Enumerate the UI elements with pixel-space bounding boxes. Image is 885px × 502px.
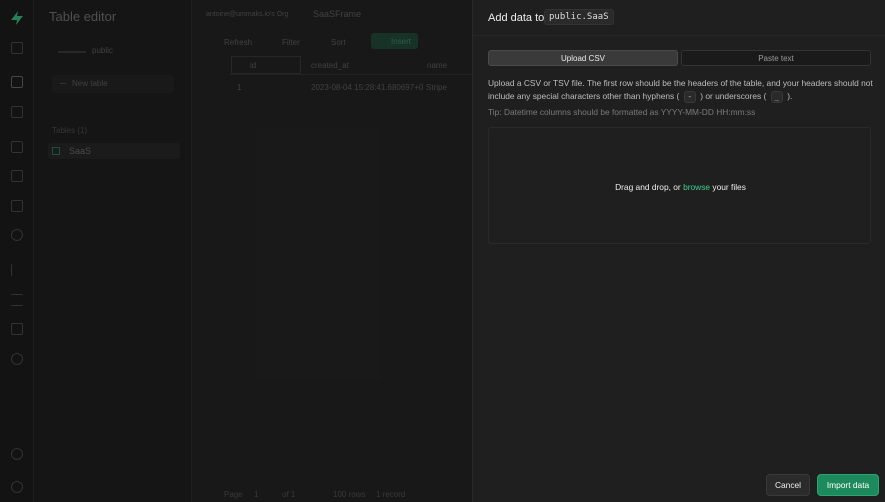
underscore-code: _ bbox=[770, 90, 783, 103]
datetime-tip: Tip: Datetime columns should be formatte… bbox=[488, 107, 756, 117]
add-data-panel: Add data to public.SaaS Upload CSV Paste… bbox=[472, 0, 885, 502]
cancel-button[interactable]: Cancel bbox=[766, 474, 810, 496]
dropzone-text: Drag and drop, or browse your files bbox=[489, 182, 872, 192]
table-reference: public.SaaS bbox=[544, 9, 614, 25]
import-mode-tabs: Upload CSV Paste text bbox=[488, 50, 871, 66]
instructions-text: Upload a CSV or TSV file. The first row … bbox=[488, 78, 873, 101]
instructions-text-3: ). bbox=[787, 90, 793, 101]
tab-upload-csv[interactable]: Upload CSV bbox=[488, 50, 678, 66]
hyphen-code: - bbox=[683, 90, 696, 103]
modal-backdrop[interactable] bbox=[0, 0, 472, 502]
browse-link[interactable]: browse bbox=[683, 182, 710, 192]
drop-prefix: Drag and drop, or bbox=[615, 182, 681, 192]
panel-title: Add data to bbox=[488, 12, 545, 24]
drop-suffix: your files bbox=[712, 182, 746, 192]
import-data-button[interactable]: Import data bbox=[817, 474, 879, 496]
panel-footer: Cancel Import data bbox=[473, 464, 885, 502]
panel-header: Add data to public.SaaS bbox=[473, 0, 885, 36]
instructions-text-2: ) or underscores ( bbox=[700, 90, 767, 101]
file-dropzone[interactable]: Drag and drop, or browse your files bbox=[488, 127, 871, 244]
tab-paste-text[interactable]: Paste text bbox=[681, 50, 871, 66]
upload-instructions: Upload a CSV or TSV file. The first row … bbox=[488, 77, 874, 103]
